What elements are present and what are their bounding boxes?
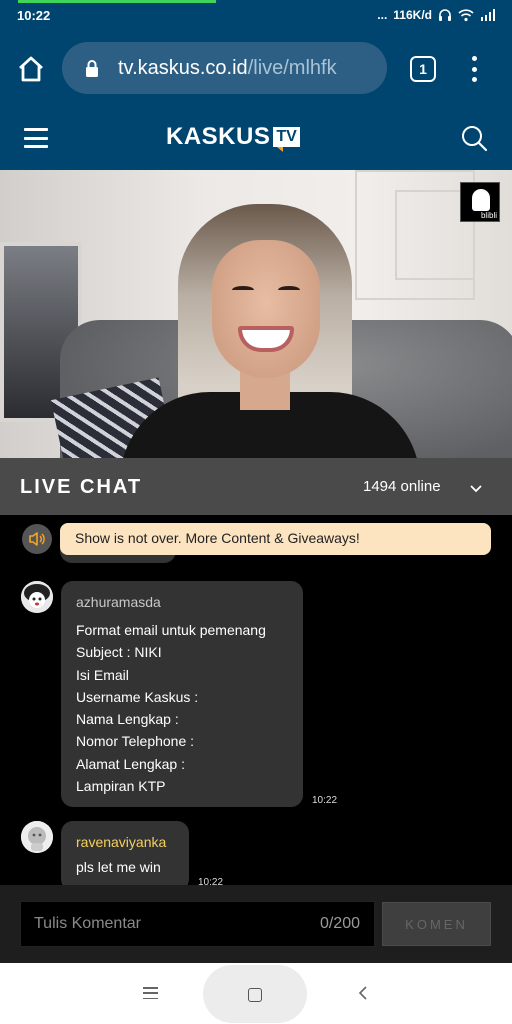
- search-icon[interactable]: [460, 124, 488, 152]
- message-line: Lampiran KTP: [76, 778, 166, 795]
- lock-icon: [86, 60, 98, 77]
- live-video-player[interactable]: blibli: [0, 170, 512, 458]
- home-button[interactable]: [203, 965, 307, 1023]
- wifi-icon: [458, 9, 474, 22]
- url-host: tv.kaskus.co.id: [118, 56, 248, 79]
- message-line: Format email untuk pemenang: [76, 622, 266, 638]
- chat-messages[interactable]: Show is not over. More Content & Giveawa…: [0, 515, 512, 885]
- message-line: Nomor Telephone :: [76, 733, 195, 750]
- back-icon[interactable]: [356, 985, 370, 1001]
- network-speed: 116K/d: [393, 8, 432, 22]
- comment-input[interactable]: Tulis Komentar 0/200: [20, 901, 375, 947]
- logo-text: KASKUS: [166, 123, 271, 150]
- message-time: 10:22: [198, 877, 224, 885]
- status-dots: ...: [377, 8, 388, 22]
- browser-toolbar: tv.kaskus.co.id/live/mlhfk 1: [0, 32, 512, 104]
- url-path: /live/mlhfk: [247, 56, 337, 79]
- address-bar[interactable]: tv.kaskus.co.id/live/mlhfk: [62, 42, 387, 94]
- message-line: Username Kaskus :: [76, 688, 199, 705]
- message-username[interactable]: azhuramasda: [76, 594, 303, 610]
- tab-switcher-button[interactable]: 1: [410, 56, 436, 82]
- comment-char-counter: 0/200: [319, 915, 360, 932]
- speaker-icon: [22, 524, 52, 554]
- logo-tv-badge: TV: [273, 127, 300, 152]
- chat-message: azhuramasda Format email untuk pemenang …: [61, 581, 303, 807]
- sponsor-badge-text: blibli: [480, 211, 497, 220]
- message-body: Format email untuk pemenang Subject : NI…: [76, 619, 303, 797]
- home-icon[interactable]: [16, 54, 46, 84]
- comment-bar: Tulis Komentar 0/200 KOMEN: [0, 885, 512, 963]
- chevron-down-icon[interactable]: [468, 480, 484, 496]
- announcement-row: Show is not over. More Content & Giveawa…: [22, 523, 492, 555]
- status-bar: 10:22 ... 116K/d: [0, 0, 512, 32]
- site-header: KASKUS TV: [0, 104, 512, 170]
- message-line: pls let me win: [76, 859, 161, 875]
- status-indicators: ... 116K/d: [377, 8, 496, 22]
- message-time: 10:22: [312, 795, 338, 806]
- hamburger-menu-icon[interactable]: [24, 128, 48, 148]
- send-comment-button[interactable]: KOMEN: [382, 902, 491, 946]
- headphones-icon: [439, 9, 451, 21]
- message-username[interactable]: ravenaviyanka: [76, 834, 189, 850]
- browser-menu-button[interactable]: [466, 54, 482, 84]
- avatar[interactable]: [21, 581, 53, 613]
- video-person-mouth: [238, 326, 294, 352]
- comment-placeholder: Tulis Komentar: [34, 915, 141, 932]
- avatar[interactable]: [21, 821, 53, 853]
- video-person-eye: [278, 286, 300, 294]
- signal-icon: [481, 9, 495, 21]
- kaskus-tv-logo[interactable]: KASKUS TV: [166, 120, 300, 154]
- home-square-icon: [248, 988, 262, 1002]
- recent-apps-icon[interactable]: [143, 987, 158, 999]
- live-chat-header[interactable]: LIVE CHAT 1494 online: [0, 458, 512, 515]
- message-line: Nama Lengkap :: [76, 711, 179, 728]
- status-time: 10:22: [17, 8, 51, 23]
- chat-message: ravenaviyanka pls let me win: [61, 821, 189, 885]
- message-line: Subject : NIKI: [76, 644, 162, 661]
- live-chat-title: LIVE CHAT: [20, 476, 143, 498]
- video-person-eye: [232, 286, 254, 294]
- video-person-face: [212, 240, 320, 378]
- announcement-banner: Show is not over. More Content & Giveawa…: [60, 523, 491, 555]
- sponsor-badge: blibli: [460, 182, 500, 222]
- system-nav-bar: [0, 963, 512, 1024]
- message-line: Alamat Lengkap :: [76, 755, 185, 772]
- page-load-progress: [18, 0, 216, 3]
- online-count: 1494 online: [363, 478, 441, 495]
- message-line: Isi Email: [76, 666, 129, 683]
- url-text: tv.kaskus.co.id/live/mlhfk: [118, 57, 337, 80]
- tab-count: 1: [419, 61, 427, 77]
